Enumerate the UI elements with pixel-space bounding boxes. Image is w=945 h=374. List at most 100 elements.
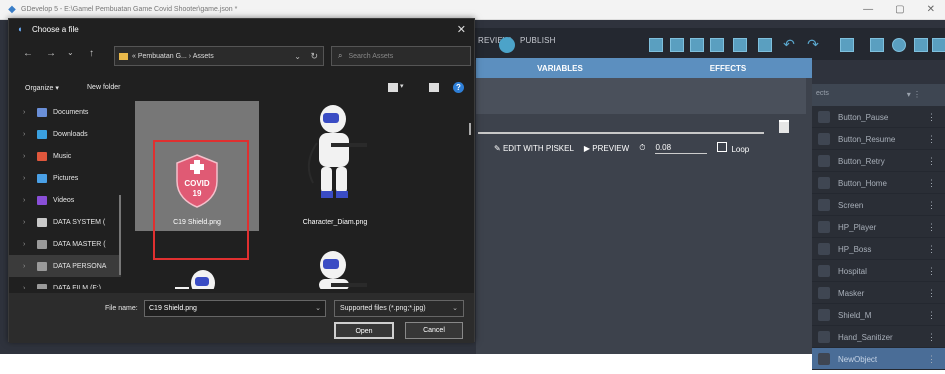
open-button[interactable]: Open (334, 322, 394, 339)
properties-editor-icon[interactable] (690, 38, 704, 52)
folder-icon (119, 52, 128, 60)
object-menu-icon[interactable]: ⋮ (927, 266, 936, 277)
close-window-button[interactable]: ✕ (927, 4, 935, 15)
expand-icon[interactable]: › (23, 109, 33, 116)
object-list-item[interactable]: Button_Home ⋮ (812, 172, 945, 194)
view-options-dropdown-icon[interactable]: ▾ (400, 82, 404, 90)
preview-animation-button[interactable]: ▶ PREVIEW (584, 144, 629, 153)
object-menu-icon[interactable]: ⋮ (927, 178, 936, 189)
file-list-scrollbar[interactable] (469, 123, 471, 135)
recent-locations-icon[interactable]: ⌄ (67, 48, 74, 57)
object-menu-icon[interactable]: ⋮ (927, 310, 936, 321)
object-menu-icon[interactable]: ⋮ (927, 200, 936, 211)
nav-item[interactable]: › Downloads (9, 123, 121, 145)
object-list-item[interactable]: HP_Boss ⋮ (812, 238, 945, 260)
nav-item[interactable]: › Music (9, 145, 121, 167)
object-list-item[interactable]: Shield_M ⋮ (812, 304, 945, 326)
expand-icon[interactable]: › (23, 175, 33, 182)
help-icon[interactable]: ? (453, 82, 464, 93)
object-menu-icon[interactable]: ⋮ (927, 156, 936, 167)
expand-icon[interactable]: › (23, 263, 33, 270)
object-list-item[interactable]: Hospital ⋮ (812, 260, 945, 282)
refresh-icon[interactable]: ↻ (310, 51, 318, 62)
object-menu-icon[interactable]: ⋮ (927, 134, 936, 145)
groups-editor-icon[interactable] (710, 38, 724, 52)
file-tile-3[interactable] (135, 259, 259, 289)
grid-icon[interactable] (870, 38, 884, 52)
view-options-icon[interactable] (388, 83, 398, 92)
address-bar[interactable]: « Pembuatan G... › Assets ⌄ ↻ (114, 46, 324, 66)
organize-button[interactable]: Organize ▾ (25, 84, 59, 92)
animation-slider[interactable] (478, 132, 764, 134)
nav-item[interactable]: › DATA FILM (F:) (9, 277, 121, 289)
object-menu-icon[interactable]: ⋮ (927, 288, 936, 299)
undo-icon[interactable]: ↶ (782, 37, 796, 52)
object-list-item[interactable]: Masker ⋮ (812, 282, 945, 304)
tab-effects[interactable]: EFFECTS (644, 64, 812, 73)
forward-icon[interactable]: → (46, 48, 56, 59)
layers-editor-icon[interactable] (733, 38, 747, 52)
collapse-icon[interactable]: ▾ ⋮ (907, 90, 921, 99)
object-menu-icon[interactable]: ⋮ (927, 244, 936, 255)
nav-item[interactable]: › Videos (9, 189, 121, 211)
maximize-button[interactable]: ▢ (895, 4, 904, 15)
object-list-item[interactable]: Button_Retry ⋮ (812, 150, 945, 172)
tab-variables[interactable]: VARIABLES (476, 64, 644, 73)
object-list-item[interactable]: Hand_Sanitizer ⋮ (812, 326, 945, 348)
nav-item[interactable]: › Documents (9, 101, 121, 123)
settings-icon[interactable] (932, 38, 945, 52)
back-icon[interactable]: ← (23, 48, 33, 59)
object-list-item[interactable]: HP_Player ⋮ (812, 216, 945, 238)
cancel-button[interactable]: Cancel (405, 322, 463, 339)
object-name-label: Button_Pause (838, 113, 889, 122)
edit-with-piskel-button[interactable]: ✎ EDIT WITH PISKEL (494, 144, 574, 153)
expand-icon[interactable]: › (23, 219, 33, 226)
expand-icon[interactable]: › (23, 197, 33, 204)
file-type-select[interactable]: Supported files (*.png;*.jpg) ⌄ (334, 300, 464, 317)
redo-icon[interactable]: ↷ (806, 37, 820, 52)
nav-item[interactable]: › Pictures (9, 167, 121, 189)
up-folder-icon[interactable]: ↑ (89, 48, 94, 59)
timer-icon: ⏱ (639, 143, 646, 152)
expand-icon[interactable]: › (23, 285, 33, 290)
object-list-item[interactable]: Button_Resume ⋮ (812, 128, 945, 150)
nav-item[interactable]: › DATA SYSTEM ( (9, 211, 121, 233)
object-list-item[interactable]: NewObject ⋮ (812, 348, 945, 370)
preview-pane-icon[interactable] (429, 83, 439, 92)
publish-button[interactable]: PUBLISH (520, 36, 556, 45)
folder-icon (37, 261, 47, 271)
nav-item-label: DATA PERSONA (53, 262, 107, 270)
navigation-scrollbar[interactable] (119, 195, 121, 275)
expand-icon[interactable]: › (23, 153, 33, 160)
object-list-item[interactable]: Button_Pause ⋮ (812, 106, 945, 128)
zoom-icon[interactable] (892, 38, 906, 52)
nav-item[interactable]: › DATA MASTER ( (9, 233, 121, 255)
file-tile-4[interactable] (273, 249, 397, 289)
objects-editor-icon[interactable] (670, 38, 684, 52)
new-folder-button[interactable]: New folder (87, 84, 120, 91)
chevron-down-icon[interactable]: ⌄ (315, 304, 321, 312)
close-icon[interactable]: ✕ (457, 23, 466, 36)
instances-list-icon[interactable] (758, 38, 772, 52)
object-menu-icon[interactable]: ⋮ (927, 354, 936, 365)
loop-checkbox[interactable]: Loop (717, 142, 749, 154)
screenshot-icon[interactable] (914, 38, 928, 52)
file-name-input[interactable]: C19 Shield.png ⌄ (144, 300, 326, 317)
nav-item[interactable]: › DATA PERSONA (9, 255, 121, 277)
scene-editor-icon[interactable] (649, 38, 663, 52)
object-menu-icon[interactable]: ⋮ (927, 332, 936, 343)
frame-time-input[interactable]: 0.08 (655, 143, 708, 154)
search-input[interactable]: ⌕ Search Assets (331, 46, 471, 66)
expand-icon[interactable]: › (23, 131, 33, 138)
object-menu-icon[interactable]: ⋮ (927, 112, 936, 123)
address-dropdown-icon[interactable]: ⌄ (294, 52, 301, 61)
object-list-item[interactable]: Screen ⋮ (812, 194, 945, 216)
delete-animation-icon[interactable] (779, 120, 789, 133)
history-icon[interactable] (840, 38, 854, 52)
nav-item-label: DATA SYSTEM ( (53, 218, 106, 226)
file-tile-character-diam[interactable]: Character_Diam.png (273, 101, 397, 231)
nav-item-label: Downloads (53, 130, 88, 138)
expand-icon[interactable]: › (23, 241, 33, 248)
object-menu-icon[interactable]: ⋮ (927, 222, 936, 233)
minimize-button[interactable]: — (863, 4, 873, 15)
